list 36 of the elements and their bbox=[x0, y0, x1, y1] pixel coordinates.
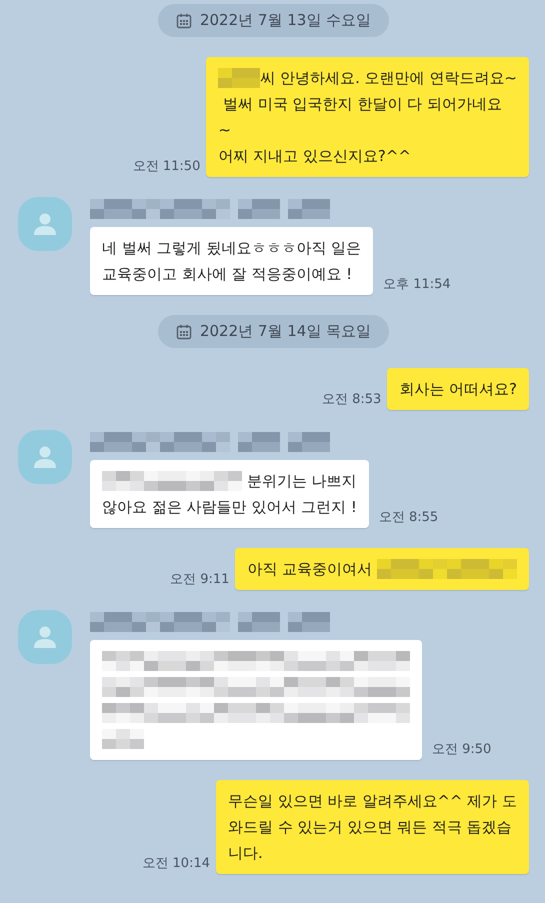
redaction-mosaic bbox=[238, 432, 280, 452]
avatar[interactable] bbox=[18, 197, 72, 251]
avatar[interactable] bbox=[18, 430, 72, 484]
redaction-mosaic bbox=[238, 199, 280, 219]
message-text: 네 벌써 그렇게 됬네요ㅎㅎㅎ아직 일은 bbox=[102, 238, 362, 258]
message-text: 분위기는 나쁘지 bbox=[246, 470, 357, 492]
message-text: 어찌 지내고 있으신지요?^^ bbox=[218, 146, 411, 166]
message-time: 오전 9:50 bbox=[432, 741, 492, 758]
person-icon bbox=[32, 211, 58, 237]
message-text: 벌써 미국 입국한지 한달이 다 되어가네요 bbox=[222, 94, 502, 114]
message-time: 오전 8:55 bbox=[378, 509, 438, 526]
message-text: 니다. bbox=[228, 842, 263, 864]
message-text: 회사는 어떠셔요? bbox=[399, 378, 517, 400]
calendar-icon bbox=[176, 12, 192, 28]
message-time: 오전 9:11 bbox=[170, 571, 230, 588]
date-text: 2022년 7월 14일 목요일 bbox=[200, 322, 372, 341]
redaction-mosaic bbox=[288, 612, 330, 632]
message-time: 오전 8:53 bbox=[322, 391, 382, 408]
redaction-mosaic bbox=[238, 612, 280, 632]
message-time: 오전 11:50 bbox=[132, 158, 200, 175]
person-icon bbox=[32, 624, 58, 650]
redaction-mosaic bbox=[288, 432, 330, 452]
message-text: 않아요 젊은 사람들만 있어서 그런지 ! bbox=[102, 496, 357, 518]
date-text: 2022년 7월 13일 수요일 bbox=[200, 11, 372, 30]
calendar-icon bbox=[176, 324, 192, 340]
message-text: 씨 안녕하세요. 오랜만에 연락드려요~ bbox=[260, 68, 517, 88]
message-time: 오전 10:14 bbox=[142, 855, 210, 872]
message-text: 아직 교육중이여서 bbox=[247, 558, 374, 580]
avatar[interactable] bbox=[18, 610, 72, 664]
redaction-mosaic bbox=[288, 199, 330, 219]
message-text: 와드릴 수 있는거 있으면 뭐든 적극 돕겠습 bbox=[228, 816, 512, 838]
message-text: ~ bbox=[218, 120, 231, 140]
message-text: 교육중이고 회사에 잘 적응중이예요 ! bbox=[102, 264, 352, 284]
message-text: 무슨일 있으면 바로 알려주세요^^ 제가 도 bbox=[228, 790, 517, 812]
message-time: 오후 11:54 bbox=[383, 276, 451, 293]
person-icon bbox=[32, 444, 58, 470]
